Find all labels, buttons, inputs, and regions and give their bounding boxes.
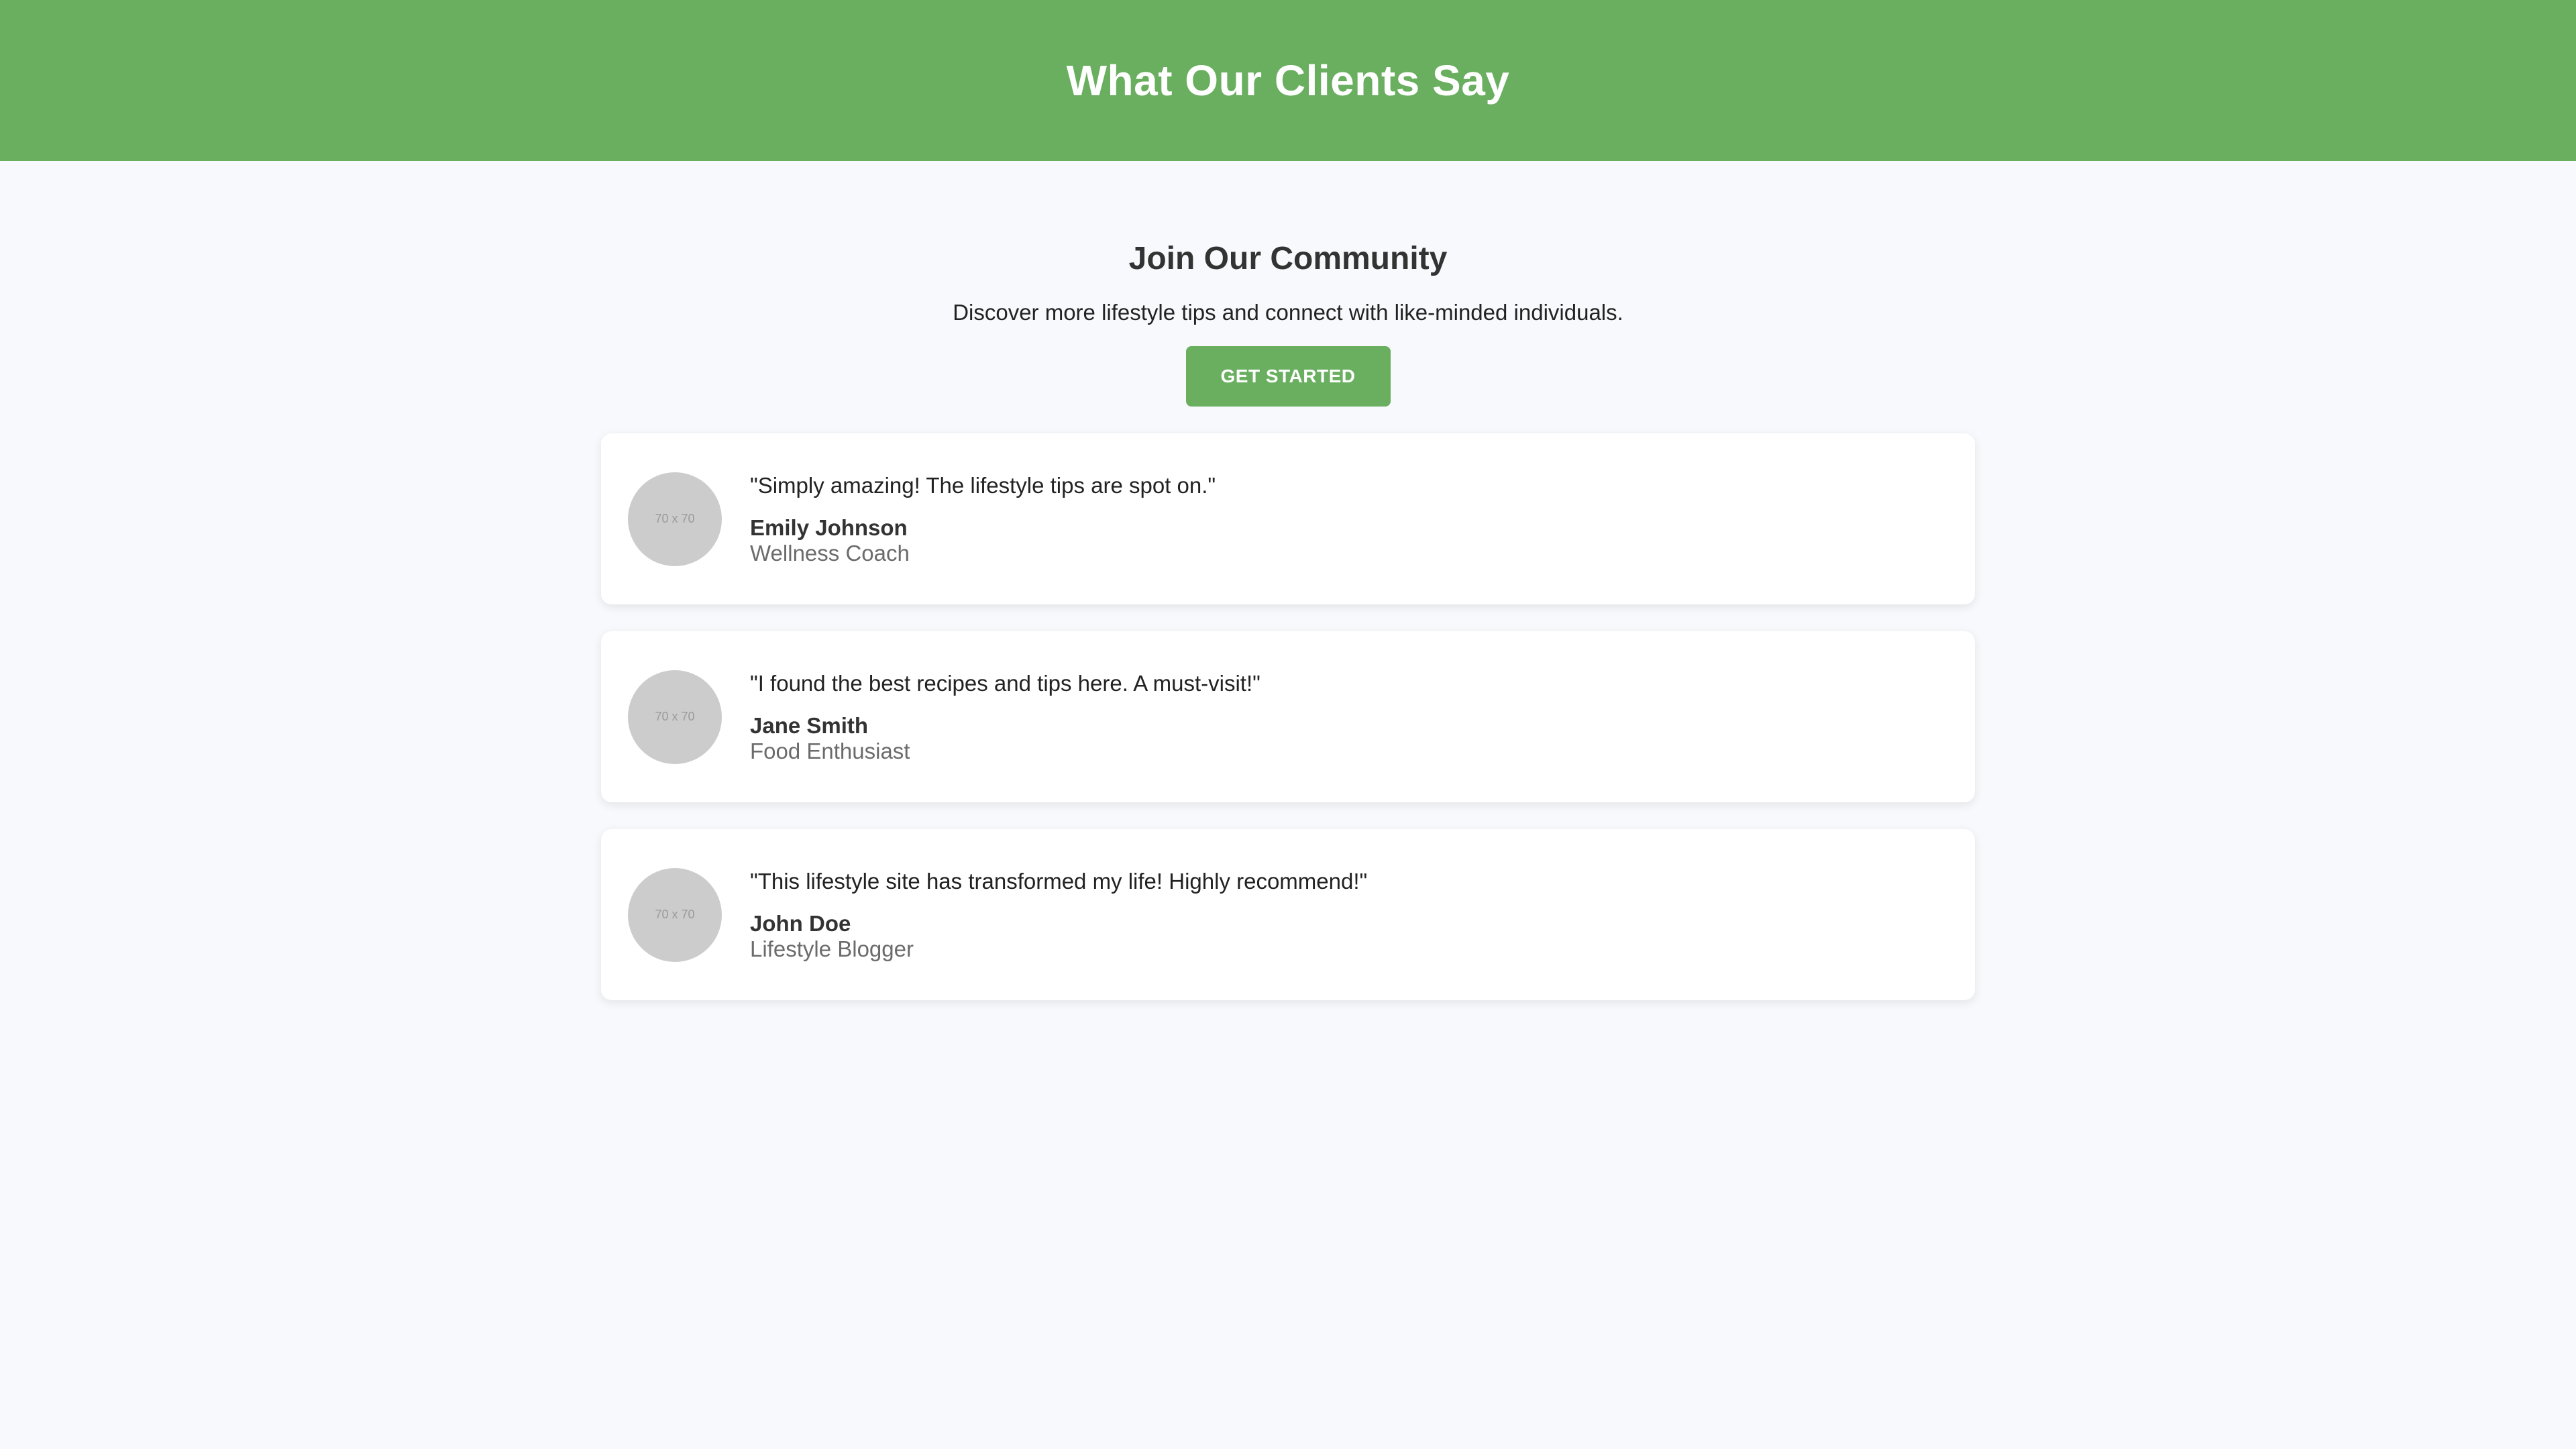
testimonial-author: Jane Smith <box>750 712 869 738</box>
avatar-placeholder-text: 70 x 70 <box>655 710 695 723</box>
testimonial-card: 70 x 70 "Simply amazing! The lifestyle t… <box>601 433 1975 604</box>
testimonial-body: "I found the best recipes and tips here.… <box>750 670 1260 764</box>
testimonial-card: 70 x 70 "I found the best recipes and ti… <box>601 631 1975 802</box>
avatar-placeholder-text: 70 x 70 <box>655 908 695 921</box>
community-description: Discover more lifestyle tips and connect… <box>953 300 1623 325</box>
avatar: 70 x 70 <box>628 867 722 962</box>
testimonial-author: Emily Johnson <box>750 515 908 540</box>
testimonial-quote: "This lifestyle site has transformed my … <box>750 868 1368 894</box>
get-started-button[interactable]: GET STARTED <box>1185 346 1391 407</box>
avatar: 70 x 70 <box>628 669 722 764</box>
community-section: Join Our Community Discover more lifesty… <box>0 161 2576 407</box>
testimonial-role: Food Enthusiast <box>750 738 910 763</box>
testimonial-role: Wellness Coach <box>750 540 910 566</box>
testimonial-quote: "I found the best recipes and tips here.… <box>750 670 1260 696</box>
community-heading: Join Our Community <box>1128 241 1448 276</box>
testimonial-card: 70 x 70 "This lifestyle site has transfo… <box>601 829 1975 1000</box>
testimonial-quote: "Simply amazing! The lifestyle tips are … <box>750 472 1216 498</box>
testimonial-body: "This lifestyle site has transformed my … <box>750 868 1367 962</box>
avatar: 70 x 70 <box>628 472 722 566</box>
site-header: What Our Clients Say <box>0 0 2576 161</box>
testimonial-author: John Doe <box>750 910 851 936</box>
avatar-placeholder-text: 70 x 70 <box>655 512 695 525</box>
page-title: What Our Clients Say <box>1066 56 1510 105</box>
testimonial-role: Lifestyle Blogger <box>750 936 914 961</box>
testimonials-list: 70 x 70 "Simply amazing! The lifestyle t… <box>601 433 1975 1000</box>
testimonial-body: "Simply amazing! The lifestyle tips are … <box>750 472 1216 566</box>
